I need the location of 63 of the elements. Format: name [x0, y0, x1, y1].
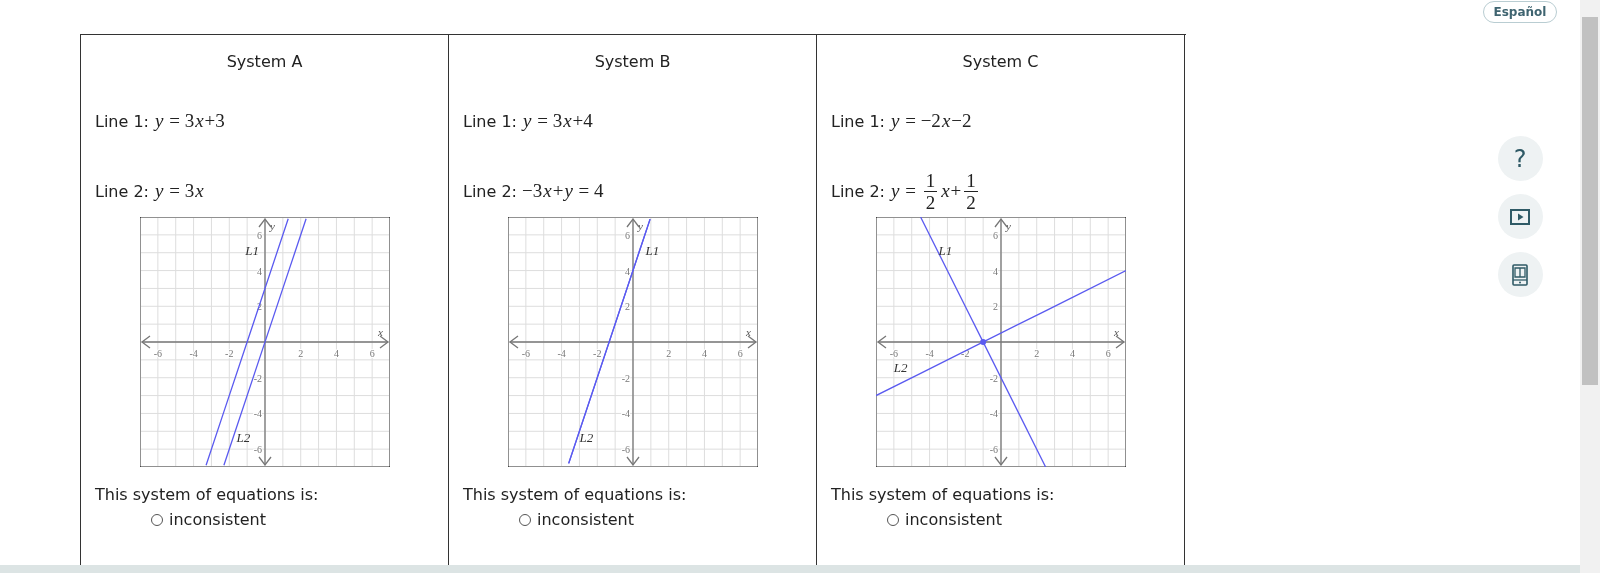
tick-label: -2	[621, 372, 630, 384]
tick-label: -4	[621, 408, 630, 420]
line-name: L2	[893, 360, 908, 376]
tick-label: 6	[737, 348, 743, 359]
line-label: Line 1:	[463, 111, 517, 131]
equation: −3x+y = 4	[522, 180, 604, 202]
tick-label: -2	[989, 372, 998, 384]
tick-label: -6	[253, 444, 262, 456]
line-name: L1	[938, 242, 953, 258]
equation: y = −2x−2	[890, 110, 972, 132]
tick-label: 6	[257, 229, 262, 241]
tick-label: -6	[521, 348, 531, 359]
axis-label: x	[746, 326, 751, 338]
tick-label: -4	[989, 408, 998, 420]
line-label: Line 2:	[95, 181, 149, 201]
line-name: L2	[236, 430, 251, 445]
tick-label: -4	[189, 348, 198, 359]
tick-label: 6	[625, 229, 630, 241]
equation: y = 3x	[154, 180, 205, 202]
tick-label: 4	[993, 265, 998, 277]
column-heading: System B	[593, 51, 672, 71]
tick-label: 4	[701, 348, 707, 359]
line-label: Line 2:	[831, 181, 885, 201]
tick-label: -6	[153, 348, 163, 359]
line-label: Line 1:	[95, 111, 149, 131]
axis-label: x	[1114, 326, 1119, 338]
question-text: This system of equations is:	[831, 485, 1056, 504]
tick-label: -2	[593, 348, 602, 359]
tick-label: 2	[625, 301, 630, 313]
tick-label: 4	[333, 348, 339, 359]
question-text: This system of equations is:	[463, 485, 688, 504]
tick-label: 4	[1069, 348, 1075, 359]
tick-label: -4	[253, 408, 262, 420]
tick-label: 2	[993, 301, 998, 313]
tick-label: -4	[925, 348, 934, 359]
axis-label: y	[638, 220, 643, 232]
question-text: This system of equations is:	[95, 485, 320, 504]
tick-label: 6	[1105, 348, 1111, 359]
line-label: Line 2:	[463, 181, 517, 201]
tick-label: -6	[621, 444, 630, 456]
tick-label: 6	[369, 348, 375, 359]
tick-label: 4	[625, 265, 630, 277]
tick-label: 6	[993, 229, 998, 241]
tick-label: -6	[989, 444, 998, 456]
equation: y = 3x+4	[522, 110, 593, 132]
equation: y = 3x+3	[154, 110, 225, 132]
axis-label: y	[270, 220, 275, 232]
tick-label: 2	[1034, 348, 1040, 359]
tick-label: 2	[666, 348, 672, 359]
line-name: L1	[245, 242, 260, 258]
tick-label: -6	[889, 348, 899, 359]
line-label: Line 1:	[831, 111, 885, 131]
tick-label: -4	[557, 348, 566, 359]
axis-label: y	[1006, 220, 1011, 232]
tick-label: -2	[225, 348, 234, 359]
line-name: L2	[579, 430, 594, 445]
axis-label: x	[378, 326, 383, 338]
tick-label: -2	[253, 372, 262, 384]
column-heading: System C	[961, 51, 1040, 71]
tick-label: 4	[257, 265, 262, 277]
column-heading: System A	[225, 51, 304, 71]
tick-label: 2	[298, 348, 304, 359]
line-name: L1	[645, 242, 660, 258]
